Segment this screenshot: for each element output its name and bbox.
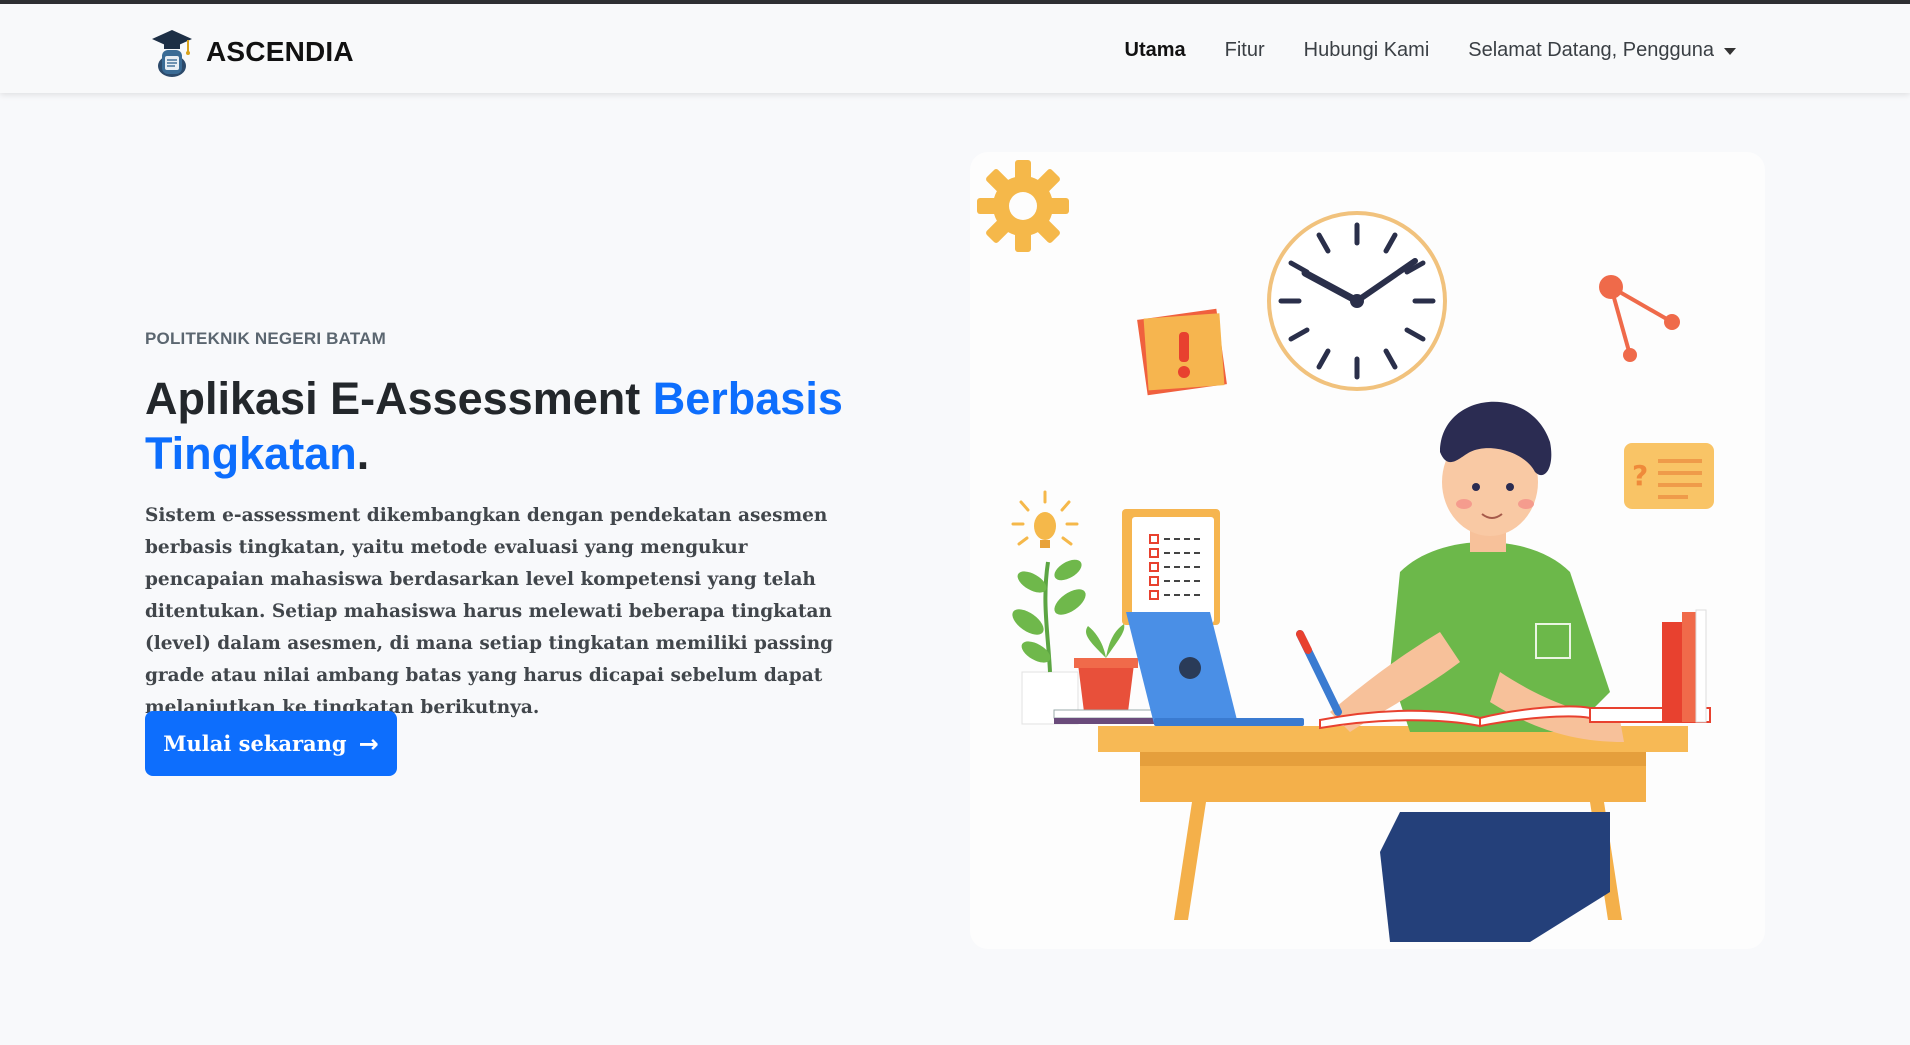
brand-link[interactable]: ASCENDIA [150,26,354,78]
book-icon [1053,709,1155,719]
nav-link-hubungi-kami[interactable]: Hubungi Kami [1304,39,1430,62]
navbar: ASCENDIA Utama Fitur Hubungi Kami Selama… [0,4,1910,93]
brand-name: ASCENDIA [206,36,354,67]
lightbulb-icon [1011,490,1079,548]
laptop-icon [1126,612,1304,726]
gear-icon [977,160,1069,252]
graduation-cap-logo-icon [152,30,192,77]
student-studying-illustration-icon: ? [977,160,1714,942]
hero-title-main: Aplikasi E-Assessment [145,373,653,424]
nav-link-fitur[interactable]: Fitur [1225,39,1265,62]
student-figure-icon [1330,401,1624,942]
network-nodes-icon [1599,275,1680,362]
book-icon [1054,718,1154,724]
hero-title: Aplikasi E-Assessment Berbasis Tingkatan… [145,371,865,481]
hero-illustration: ? [970,152,1765,949]
nav-menu: Utama Fitur Hubungi Kami Selamat Datang,… [1125,39,1736,62]
checklist-icon [1122,509,1220,625]
user-dropdown-toggle[interactable]: Selamat Datang, Pengguna [1468,39,1736,62]
potted-plant-icon [1074,624,1138,712]
hero-subtitle: POLITEKNIK NEGERI BATAM [145,329,387,348]
hero-description: Sistem e-assessment dikembangkan dengan … [145,505,834,718]
hero-title-period: . [356,428,370,479]
start-now-button[interactable]: Mulai sekarang → [145,711,397,776]
plant-icon [1012,559,1086,725]
pen-icon [1296,630,1342,716]
book-stack-icon [1589,609,1711,723]
question-bubble-icon: ? [1624,443,1714,509]
clock-icon [1267,211,1447,391]
start-now-label: Mulai sekarang [163,731,347,756]
svg-text:?: ? [1632,459,1648,492]
alert-note-icon [1137,308,1227,396]
caret-down-icon [1724,48,1736,55]
user-greeting: Selamat Datang, Pengguna [1468,39,1714,61]
arrow-right-icon: → [358,729,379,758]
nav-link-utama[interactable]: Utama [1125,39,1186,62]
